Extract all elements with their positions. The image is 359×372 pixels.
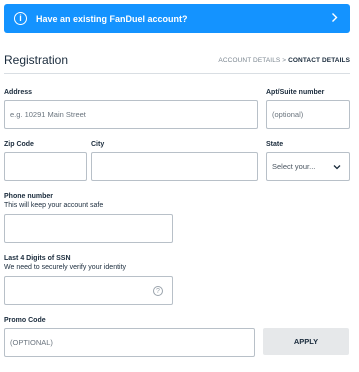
apt-placeholder: (optional): [272, 110, 304, 119]
ssn-sublabel: We need to securely verify your identity: [4, 264, 127, 271]
state-select[interactable]: Select your...: [266, 152, 350, 181]
apt-input[interactable]: (optional): [266, 100, 350, 129]
step-separator: >: [282, 56, 287, 64]
apply-button[interactable]: APPLY: [263, 328, 349, 355]
address-placeholder: e.g. 10291 Main Street: [10, 110, 86, 119]
phone-sublabel: This will keep your account safe: [4, 202, 104, 209]
existing-account-banner[interactable]: i Have an existing FanDuel account?: [4, 4, 350, 33]
zip-input[interactable]: [4, 152, 87, 181]
promo-label: Promo Code: [4, 317, 46, 324]
ssn-label: Last 4 Digits of SSN: [4, 255, 71, 262]
promo-placeholder: (OPTIONAL): [10, 338, 53, 347]
state-selected-value: Select your...: [272, 162, 316, 171]
zip-label: Zip Code: [4, 141, 34, 148]
step-account-details: ACCOUNT DETAILS: [218, 56, 281, 64]
phone-input[interactable]: [4, 214, 173, 243]
page-title: Registration: [4, 53, 69, 67]
address-input[interactable]: e.g. 10291 Main Street: [4, 100, 258, 129]
chevron-down-icon: [333, 164, 341, 169]
apt-label: Apt/Suite number: [266, 89, 325, 96]
help-icon[interactable]: ?: [153, 286, 163, 296]
info-icon: i: [14, 12, 27, 25]
promo-input[interactable]: (OPTIONAL): [4, 328, 255, 357]
city-label: City: [91, 141, 105, 148]
step-breadcrumb: ACCOUNT DETAILS > CONTACT DETAILS: [218, 57, 350, 64]
ssn-input[interactable]: ?: [4, 276, 173, 305]
registration-header: Registration ACCOUNT DETAILS > CONTACT D…: [4, 50, 350, 70]
phone-label: Phone number: [4, 193, 54, 200]
banner-text: Have an existing FanDuel account?: [36, 13, 188, 24]
address-label: Address: [4, 89, 33, 96]
city-input[interactable]: [91, 152, 258, 181]
step-contact-details: CONTACT DETAILS: [288, 56, 350, 64]
chevron-right-icon: [332, 13, 338, 22]
header-divider: [4, 73, 350, 74]
state-label: State: [266, 141, 284, 148]
